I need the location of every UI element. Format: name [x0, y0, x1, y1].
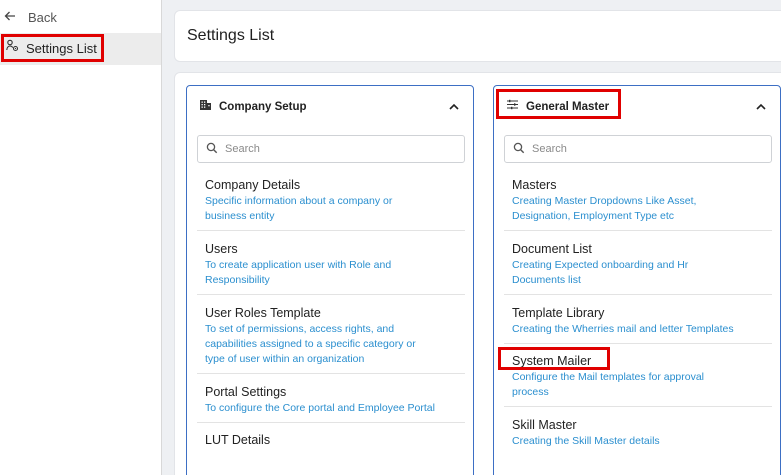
sidebar: Back Settings List — [0, 0, 162, 475]
item-description: To set of permissions, access rights, an… — [205, 323, 416, 365]
highlight-box: Settings List — [1, 34, 104, 62]
page-title: Settings List — [187, 27, 275, 44]
search-input[interactable]: Search — [504, 135, 772, 163]
list-item[interactable]: Company Details Specific information abo… — [205, 177, 465, 224]
settings-users-icon — [6, 39, 19, 57]
list-item[interactable]: Masters Creating Master Dropdowns Like A… — [512, 177, 772, 224]
highlight-box-system-mailer — [498, 347, 610, 370]
list-item[interactable]: Document List Creating Expected onboardi… — [512, 241, 772, 288]
item-title: Masters — [512, 178, 557, 192]
list-item[interactable]: Template Library Creating the Wherries m… — [512, 305, 772, 337]
divider — [197, 373, 465, 374]
divider — [504, 406, 772, 407]
item-title: Users — [205, 242, 238, 256]
sidebar-item-settings-list[interactable]: Settings List — [0, 33, 161, 65]
list-item[interactable]: LUT Details — [205, 432, 465, 448]
search-placeholder: Search — [225, 143, 260, 155]
search-placeholder: Search — [532, 143, 567, 155]
item-title: LUT Details — [205, 433, 271, 447]
search-input[interactable]: Search — [197, 135, 465, 163]
highlight-box-general-master — [496, 89, 621, 119]
building-icon — [199, 98, 212, 116]
sidebar-item-label: Settings List — [26, 40, 97, 56]
item-description: Creating Master Dropdowns Like Asset, Des… — [512, 195, 697, 222]
search-icon — [206, 142, 218, 157]
list-item[interactable]: Users To create application user with Ro… — [205, 241, 465, 288]
divider — [504, 343, 772, 344]
panel-title: Company Setup — [219, 101, 307, 113]
search-icon — [513, 142, 525, 157]
page-header: Settings List — [174, 10, 781, 62]
divider — [197, 294, 465, 295]
item-description: Creating the Skill Master details — [512, 435, 660, 447]
general-master-panel: General Master Search Masters Creating M… — [493, 85, 781, 475]
divider — [197, 422, 465, 423]
chevron-up-icon[interactable] — [754, 100, 768, 114]
item-description: To create application user with Role and… — [205, 259, 392, 286]
divider — [197, 230, 465, 231]
divider — [504, 294, 772, 295]
company-setup-panel: Company Setup Search Company Details Spe… — [186, 85, 474, 475]
item-title: Portal Settings — [205, 385, 287, 399]
item-description: Configure the Mail templates for approva… — [512, 371, 705, 398]
item-title: Document List — [512, 242, 592, 256]
item-description: Specific information about a company or b… — [205, 195, 393, 222]
item-title: Company Details — [205, 178, 301, 192]
list-item[interactable]: Skill Master Creating the Skill Master d… — [512, 417, 772, 449]
panel-header[interactable]: Company Setup — [187, 86, 473, 128]
chevron-up-icon[interactable] — [447, 100, 461, 114]
item-description: To configure the Core portal and Employe… — [205, 402, 435, 414]
item-title: Skill Master — [512, 418, 577, 432]
list-item[interactable]: User Roles Template To set of permission… — [205, 305, 465, 367]
back-label: Back — [28, 9, 57, 25]
item-title: User Roles Template — [205, 306, 321, 320]
item-title: Template Library — [512, 306, 605, 320]
divider — [504, 230, 772, 231]
list-item[interactable]: Portal Settings To configure the Core po… — [205, 384, 465, 416]
back-link[interactable]: Back — [4, 7, 57, 27]
item-description: Creating the Wherries mail and letter Te… — [512, 323, 734, 335]
item-description: Creating Expected onboarding and Hr Docum… — [512, 259, 689, 286]
arrow-left-icon — [4, 10, 16, 25]
